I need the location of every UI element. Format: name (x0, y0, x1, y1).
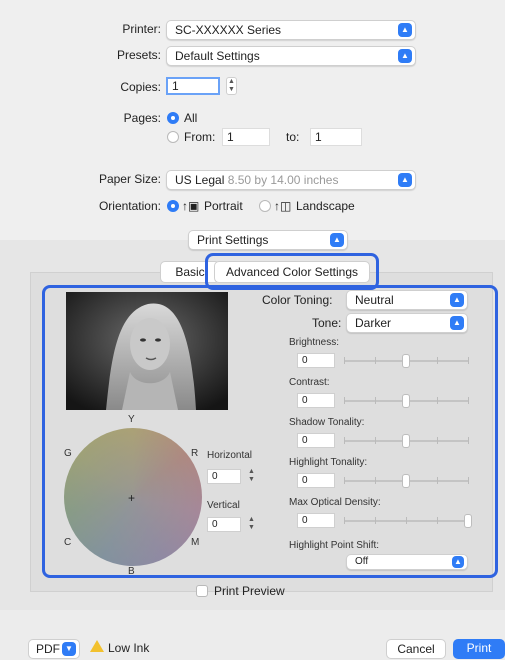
print-settings-value: Print Settings (197, 233, 269, 247)
chevron-updown-icon: ▲︎ (398, 173, 412, 187)
paper-size-detail: 8.50 by 14.00 inches (227, 173, 339, 187)
print-preview-label: Print Preview (214, 584, 285, 598)
presets-value: Default Settings (175, 49, 260, 63)
presets-label: Presets: (116, 48, 161, 62)
pages-to-field[interactable]: 1 (310, 128, 362, 146)
printer-popup[interactable]: SC-XXXXXX Series ▲︎ (166, 20, 416, 40)
warning-icon (90, 640, 104, 652)
low-ink-label: Low Ink (108, 641, 150, 655)
landscape-icon: ↑◫ (274, 199, 292, 213)
printer-label: Printer: (122, 22, 161, 36)
print-preview-checkbox[interactable] (196, 585, 208, 597)
copies-stepper[interactable]: ▲ ▼ (226, 77, 237, 95)
settings-highlight-frame (42, 285, 498, 578)
paper-size-popup[interactable]: US Legal 8.50 by 14.00 inches ▲︎ (166, 170, 416, 190)
landscape-label: Landscape (296, 199, 355, 213)
paper-size-label: Paper Size: (98, 172, 161, 186)
printer-value: SC-XXXXXX Series (175, 23, 282, 37)
copies-label: Copies: (120, 80, 161, 94)
pages-all-label: All (184, 111, 198, 125)
landscape-radio[interactable] (259, 200, 271, 212)
pages-label: Pages: (123, 111, 161, 125)
pages-all-radio[interactable] (167, 112, 179, 124)
pages-to-label: to: (286, 130, 300, 144)
top-panel: Printer: SC-XXXXXX Series ▲︎ Presets: De… (0, 0, 505, 240)
copies-field[interactable]: 1 (166, 77, 220, 95)
portrait-radio[interactable] (167, 200, 179, 212)
portrait-icon: ↑▣ (182, 199, 200, 213)
pages-from-label: From: (184, 130, 216, 144)
chevron-down-icon: ▼ (62, 642, 76, 656)
pdf-button[interactable]: PDF ▼ (28, 639, 80, 659)
paper-size-value: US Legal (175, 173, 225, 187)
pages-from-field[interactable]: 1 (222, 128, 270, 146)
print-button[interactable]: Print (453, 639, 505, 659)
pages-from-radio[interactable] (167, 131, 179, 143)
chevron-updown-icon: ▲︎ (330, 233, 344, 247)
print-settings-popup[interactable]: Print Settings ▲︎ (188, 230, 348, 250)
cancel-button[interactable]: Cancel (386, 639, 446, 659)
presets-popup[interactable]: Default Settings ▲︎ (166, 46, 416, 66)
orientation-label: Orientation: (98, 199, 161, 213)
portrait-label: Portrait (204, 199, 243, 213)
pdf-label: PDF (36, 642, 60, 656)
chevron-updown-icon: ▲︎ (398, 23, 412, 37)
chevron-updown-icon: ▲︎ (398, 49, 412, 63)
